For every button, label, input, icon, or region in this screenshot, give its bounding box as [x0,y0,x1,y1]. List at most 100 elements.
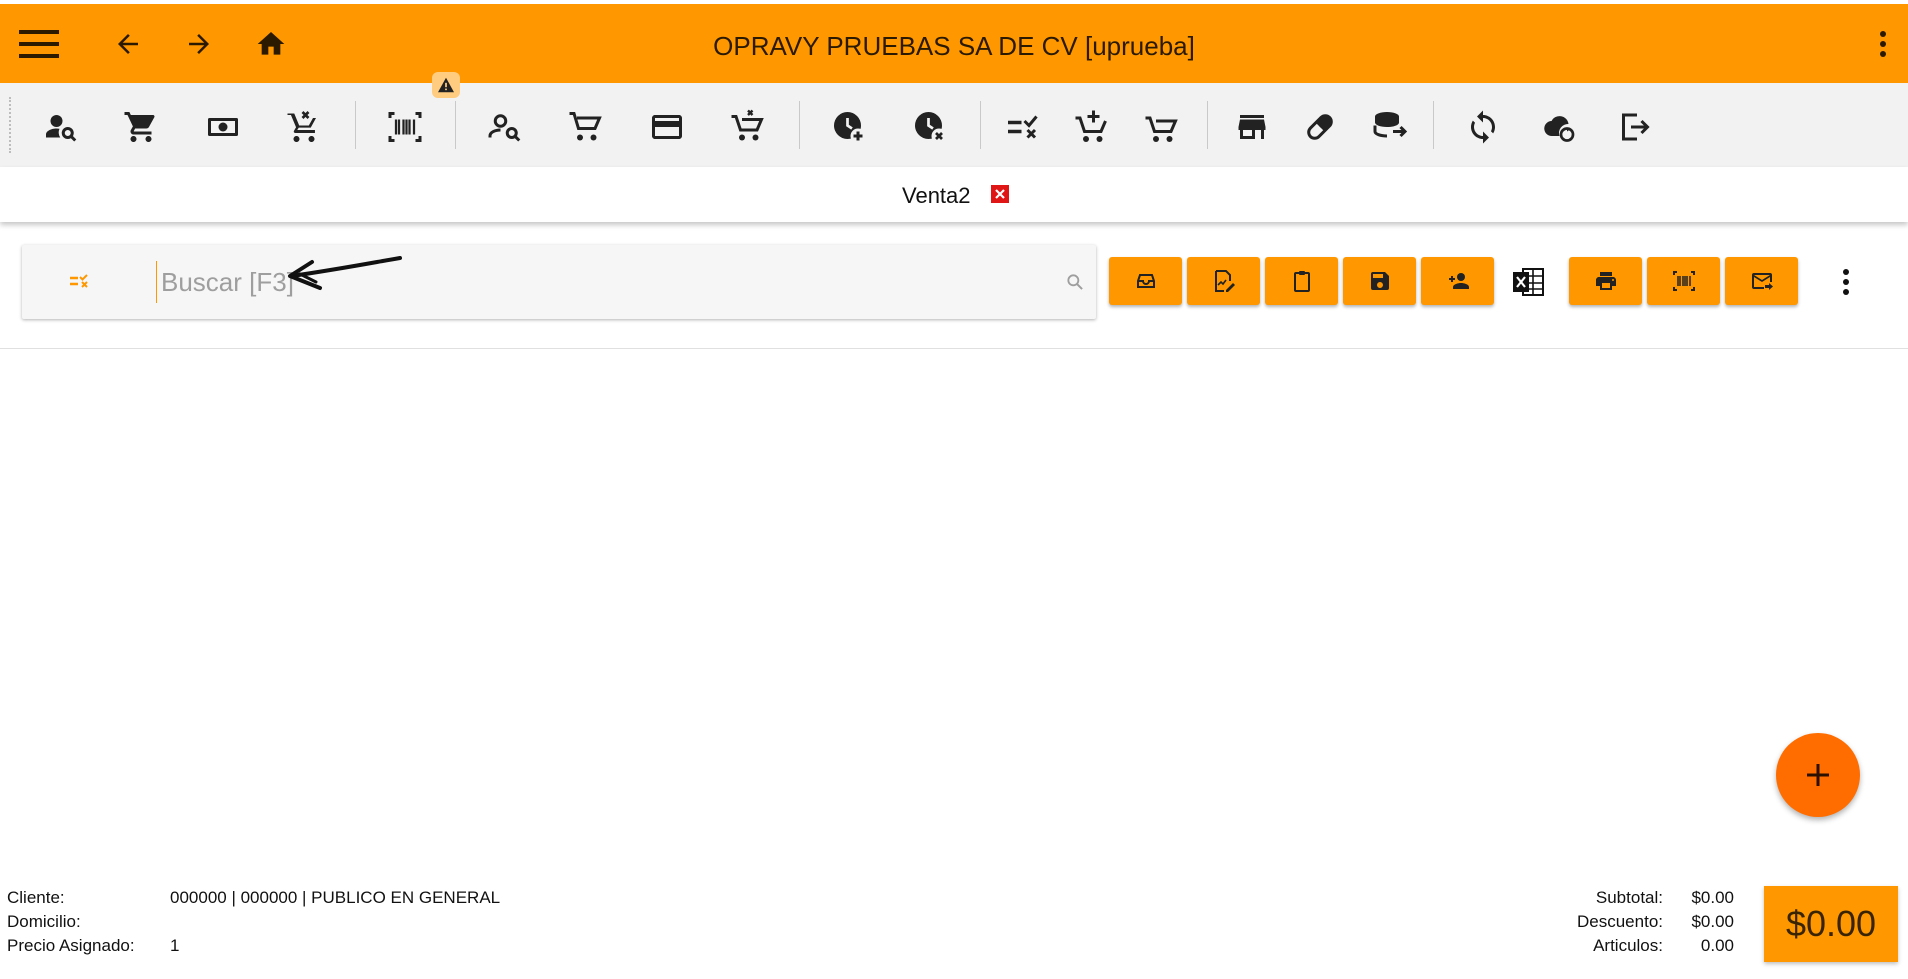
add-customer-button[interactable] [1421,257,1494,305]
toolbar-separator [1207,101,1208,149]
total-button[interactable]: $0.00 [1764,886,1898,962]
cliente-value: 000000 | 000000 | PUBLICO EN GENERAL [170,888,501,907]
excel-icon [1513,268,1544,296]
domicilio-label: Domicilio: [7,912,81,931]
credit-card-button[interactable] [645,105,689,149]
clock-add-icon [834,112,866,144]
excel-export-button[interactable] [1510,265,1546,299]
more-actions-button[interactable] [1834,262,1858,302]
cart-button[interactable] [119,105,163,149]
search-icon[interactable] [1062,269,1088,295]
more-vert-icon [1843,269,1849,295]
toolbar-separator [799,101,800,149]
cart-arrow-icon [1145,116,1178,142]
pill-button[interactable] [1298,105,1342,149]
database-export-button[interactable] [1368,105,1412,149]
clipboard-button[interactable] [1265,257,1338,305]
articulos-label: Articulos: [1593,936,1663,955]
logout-icon [1622,113,1650,141]
send-mail-button[interactable] [1725,257,1798,305]
database-export-icon [1373,112,1408,138]
signature-button[interactable] [1187,257,1260,305]
back-button[interactable] [106,4,150,83]
more-vert-icon [1880,30,1886,57]
barcode-scan-button[interactable] [383,105,427,149]
clock-cancel-button[interactable] [908,105,952,149]
cart-icon [124,112,155,142]
toolbar-separator [1433,101,1434,149]
list-check-icon [1008,115,1038,139]
precio-label: Precio Asignado: [7,936,135,955]
clear-filter-button[interactable] [62,263,98,299]
toolbar-grip[interactable] [9,97,11,153]
cash-icon [208,118,238,136]
cash-button[interactable] [201,105,245,149]
mail-send-icon [1751,273,1773,290]
person-search-button[interactable] [483,105,527,149]
clock-add-button[interactable] [827,105,871,149]
cliente-label: Cliente: [7,888,65,907]
clipboard-icon [1293,271,1310,292]
list-clear-icon [70,274,88,288]
search-card [22,245,1096,319]
app-bar: OPRAVY PRUEBAS SA DE CV [uprueba] [0,4,1908,83]
customer-search-icon [46,115,77,142]
add-item-fab[interactable] [1776,733,1860,817]
subtotal-label: Subtotal: [1595,888,1663,907]
cart-plus-icon [1075,110,1107,142]
cart-plus-button[interactable] [1070,105,1114,149]
sync-button[interactable] [1461,105,1505,149]
plus-icon [1807,764,1829,786]
close-icon [995,189,1005,199]
back-arrow-icon [118,33,138,54]
list-check-button[interactable] [1001,105,1045,149]
tab-strip: Venta2 [0,167,1908,222]
menu-icon [19,29,59,58]
add-person-icon [1448,273,1469,289]
cart-outline-button[interactable] [564,105,608,149]
search-input[interactable] [156,261,1036,303]
barcode-button[interactable] [1647,257,1720,305]
person-search-icon [488,114,521,142]
descuento-value: $0.00 [1691,912,1734,931]
barcode-scan-icon [388,112,422,142]
toolbar [0,83,1908,167]
cart-outline-icon [569,112,602,141]
customer-search-button[interactable] [39,105,83,149]
cart-arrow-button[interactable] [1140,105,1184,149]
tab-close-button[interactable] [991,185,1009,203]
warning-badge[interactable] [432,72,460,98]
more-options-button[interactable] [1870,4,1896,83]
drawer-icon [1136,274,1155,288]
warning-icon [438,77,454,93]
forward-arrow-icon [189,33,209,54]
credit-card-icon [652,115,682,139]
home-icon [257,31,285,55]
articulos-value: 0.00 [1700,936,1734,955]
forward-button[interactable] [177,4,221,83]
cart-remove-button[interactable] [282,105,326,149]
toolbar-separator [355,101,356,149]
cloud-sync-button[interactable] [1536,105,1580,149]
store-button[interactable] [1230,105,1274,149]
cart-remove-icon [287,111,316,142]
section-divider [0,348,1908,349]
clock-cancel-icon [915,112,947,144]
toolbar-separator [455,101,456,149]
subtotal-value: $0.00 [1691,888,1734,907]
store-icon [1238,115,1266,139]
save-button[interactable] [1343,257,1416,305]
print-icon [1595,272,1616,290]
save-icon [1370,272,1389,290]
logout-button[interactable] [1612,105,1656,149]
print-button[interactable] [1569,257,1642,305]
cart-remove-outline-button[interactable] [726,105,770,149]
toolbar-separator [980,101,981,149]
home-button[interactable] [249,4,293,83]
cash-drawer-button[interactable] [1109,257,1182,305]
precio-value: 1 [170,936,180,955]
sync-icon [1471,110,1495,144]
tab-venta2[interactable]: Venta2 [902,183,971,209]
pill-icon [1307,114,1333,140]
menu-button[interactable] [14,4,64,83]
